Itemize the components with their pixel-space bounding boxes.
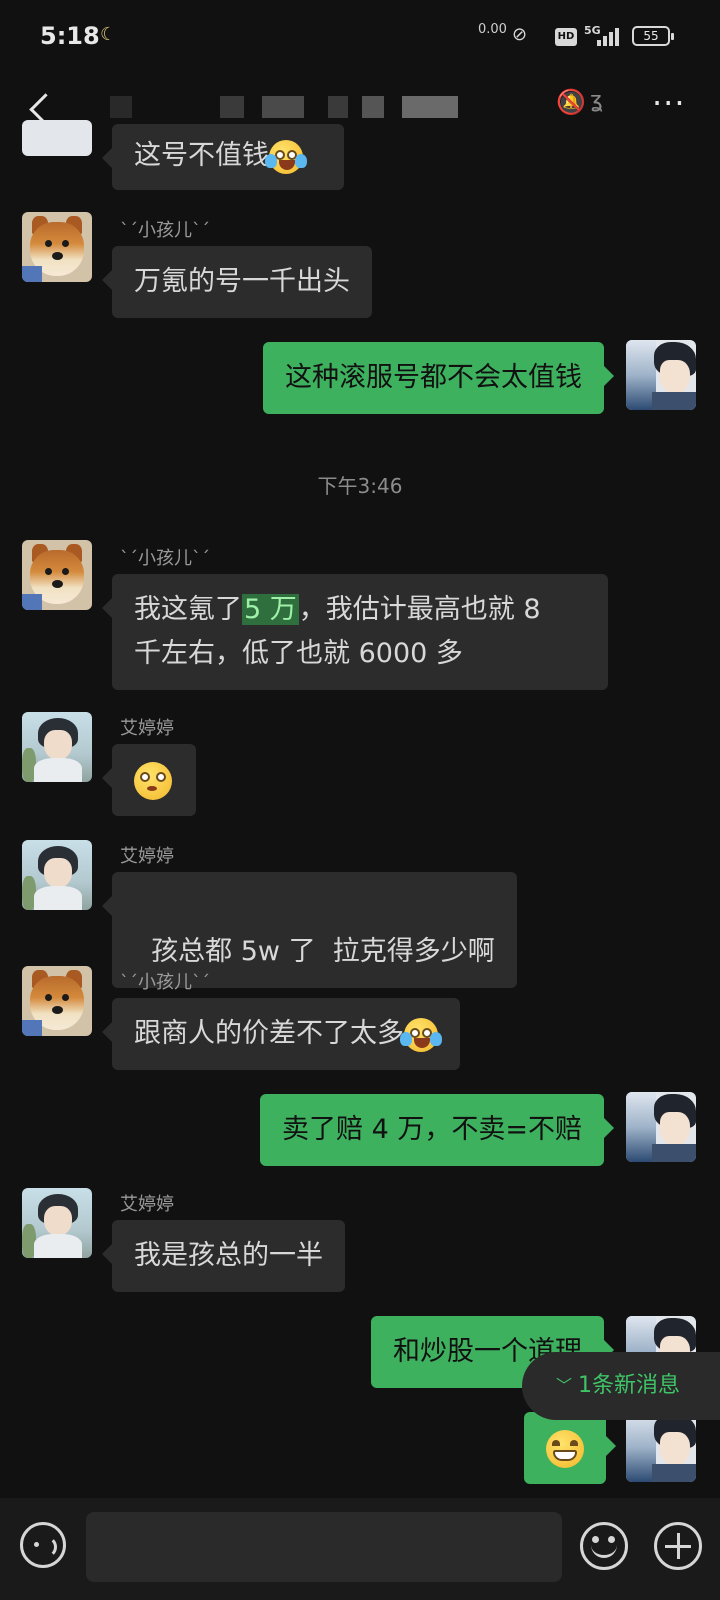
message-input[interactable] bbox=[86, 1512, 562, 1582]
sender-name: 艾婷婷 bbox=[120, 1194, 174, 1215]
avatar-xiaohaier[interactable] bbox=[22, 966, 92, 1036]
moon-icon: ☾ bbox=[100, 24, 117, 45]
sender-name: 艾婷婷 bbox=[120, 718, 174, 739]
net-speed: 0.00 bbox=[478, 22, 507, 37]
message-text: 这种滚服号都不会太值钱 bbox=[285, 362, 582, 393]
message-text: ，我估计最高也就 8 bbox=[298, 594, 541, 625]
message-bubble[interactable]: 我是孩总的一半 bbox=[102, 1220, 345, 1292]
message-bubble[interactable]: 我这氪了5 万，我估计最高也就 8 千左右，低了也就 6000 多 bbox=[102, 574, 608, 690]
message-text: 我这氪了 bbox=[134, 594, 242, 625]
crying-laughing-emoji-icon bbox=[265, 139, 307, 174]
more-icon[interactable]: ··· bbox=[652, 84, 686, 122]
message-text: 千左右，低了也就 6000 多 bbox=[134, 638, 463, 669]
status-bar: 5:18 ☾ 0.00 ⊘ HD 5G 55 bbox=[0, 0, 720, 76]
emoji-picker-icon[interactable] bbox=[580, 1522, 628, 1570]
message-bubble[interactable]: 万氪的号一千出头 bbox=[102, 246, 372, 318]
chat-header: 🔕 ʓ ··· bbox=[0, 76, 720, 152]
message-bubble[interactable] bbox=[102, 744, 196, 816]
message-bubble[interactable]: 这号不值钱 bbox=[102, 124, 344, 190]
flushed-emoji-icon bbox=[134, 761, 172, 800]
avatar[interactable] bbox=[22, 120, 92, 156]
input-bar bbox=[0, 1498, 720, 1600]
timestamp: 下午3:46 bbox=[317, 474, 403, 498]
ear-icon: ʓ bbox=[590, 88, 603, 113]
avatar-aitingting[interactable] bbox=[22, 1188, 92, 1258]
avatar-aitingting[interactable] bbox=[22, 840, 92, 910]
new-message-label: 1条新消息 bbox=[578, 1373, 680, 1398]
message-bubble-self[interactable]: 这种滚服号都不会太值钱 bbox=[263, 342, 614, 414]
message-text: 卖了赔 4 万，不卖=不赔 bbox=[282, 1114, 582, 1145]
message-text: 万氪的号一千出头 bbox=[134, 266, 350, 297]
avatar-self[interactable] bbox=[626, 340, 696, 410]
voice-input-icon[interactable] bbox=[20, 1522, 66, 1568]
avatar-xiaohaier[interactable] bbox=[22, 212, 92, 282]
avatar-self[interactable] bbox=[626, 1412, 696, 1482]
grinning-emoji-icon bbox=[546, 1429, 584, 1468]
battery-icon: 55 bbox=[632, 26, 674, 46]
message-bubble[interactable]: 跟商人的价差不了太多 bbox=[102, 998, 460, 1070]
message-bubble-self[interactable]: 卖了赔 4 万，不卖=不赔 bbox=[260, 1094, 614, 1166]
highlighted-text[interactable]: 5 万 bbox=[242, 594, 299, 625]
message-text: 我是孩总的一半 bbox=[134, 1240, 323, 1271]
new-message-button[interactable]: ﹀ 1条新消息 bbox=[522, 1352, 720, 1420]
plus-icon[interactable] bbox=[654, 1522, 702, 1570]
hd-badge: HD bbox=[555, 28, 577, 46]
avatar-aitingting[interactable] bbox=[22, 712, 92, 782]
sender-name: 艾婷婷 bbox=[120, 846, 174, 867]
avatar-self[interactable] bbox=[626, 1092, 696, 1162]
sender-name: ˋˊ小孩儿ˋˊ bbox=[120, 548, 210, 569]
message-bubble-self[interactable] bbox=[524, 1412, 616, 1484]
avatar-xiaohaier[interactable] bbox=[22, 540, 92, 610]
mute-icon: 🔕 bbox=[556, 88, 586, 116]
sender-name: ˋˊ小孩儿ˋˊ bbox=[120, 220, 210, 241]
crying-laughing-emoji-icon bbox=[400, 1017, 442, 1052]
sender-name: ˋˊ小孩儿ˋˊ bbox=[120, 972, 210, 993]
message-text: 孩总都 5w 了 拉克得多少啊 bbox=[151, 936, 495, 967]
message-text: 跟商人的价差不了太多 bbox=[134, 1018, 404, 1049]
chevron-down-icon: ﹀ bbox=[556, 1376, 573, 1395]
status-time: 5:18 bbox=[40, 22, 100, 50]
signal-icon bbox=[597, 28, 621, 46]
message-text: 这号不值钱 bbox=[134, 140, 269, 171]
alarm-off-icon: ⊘ bbox=[512, 24, 528, 45]
